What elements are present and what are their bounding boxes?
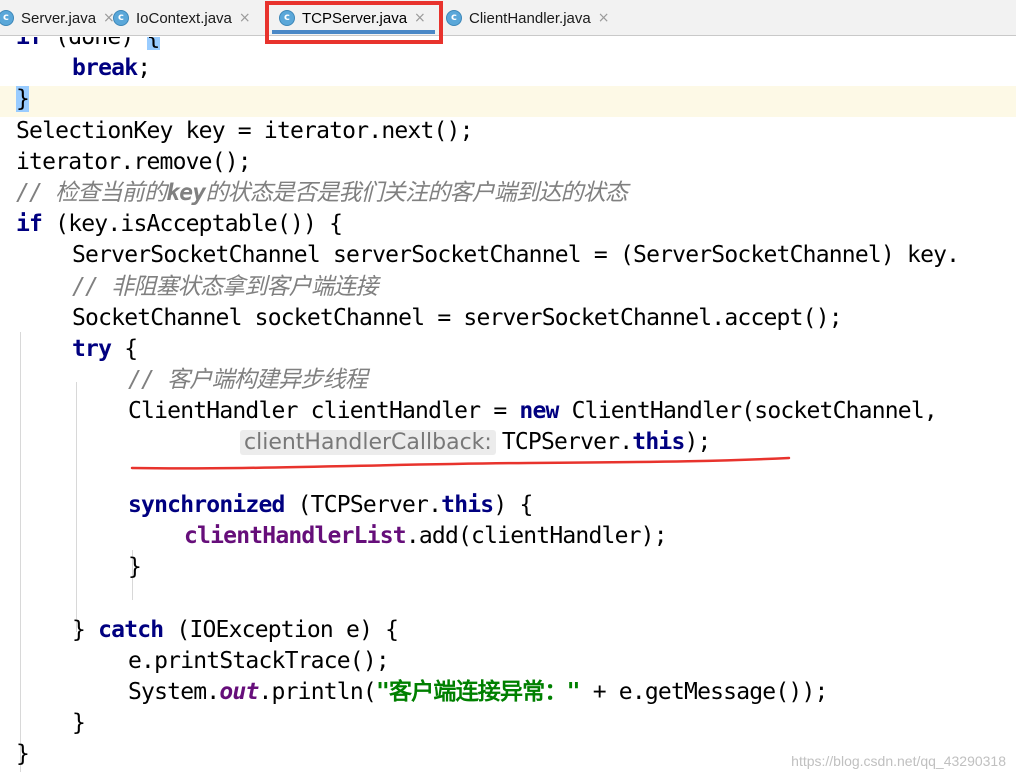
code-token: System. [128, 678, 220, 705]
code-line[interactable]: clientHandlerList.add(clientHandler); [0, 521, 1016, 552]
code-lines: if (done) {break;} SelectionKey key = ite… [0, 37, 1016, 771]
code-token: e.printStackTrace(); [128, 647, 390, 674]
code-token: (TCPServer. [284, 491, 442, 518]
keyword: this [441, 491, 494, 518]
tab-label: IoContext.java [136, 9, 232, 27]
code-token: (IOException e) { [163, 616, 399, 643]
matched-brace: { [146, 37, 160, 50]
code-token: ; [137, 55, 151, 82]
tab-label: ClientHandler.java [469, 9, 591, 27]
code-line[interactable]: } [0, 552, 1016, 583]
code-token: ClientHandler(socketChannel, [558, 398, 938, 425]
code-line[interactable]: SocketChannel socketChannel = serverSock… [0, 303, 1016, 334]
java-class-icon: c [446, 10, 462, 26]
keyword: new [519, 398, 559, 425]
tab-server-java[interactable]: c Server.java × [0, 0, 115, 35]
keyword: if [16, 211, 43, 238]
code-token: ServerSocketChannel serverSocketChannel … [72, 242, 960, 269]
active-tab-indicator [272, 30, 435, 34]
code-line[interactable]: } [0, 84, 1016, 115]
java-class-icon: c [0, 10, 14, 26]
code-line[interactable]: // 客户端构建异步线程 [0, 365, 1016, 396]
red-annotation-underline [130, 456, 791, 470]
tab-clienthandler-java[interactable]: c ClientHandler.java × [446, 0, 610, 35]
code-line[interactable]: } catch (IOException e) { [0, 615, 1016, 646]
code-line[interactable]: ClientHandler clientHandler = new Client… [0, 396, 1016, 427]
code-line[interactable]: // 非阻塞状态拿到客户端连接 [0, 272, 1016, 303]
code-line[interactable]: if (done) { [0, 37, 1016, 53]
static-field: out [219, 678, 259, 705]
code-line[interactable]: System.out.println("客户端连接异常：" + e.getMes… [0, 677, 1016, 708]
code-token: (done) [42, 37, 147, 50]
code-editor[interactable]: if (done) {break;} SelectionKey key = ite… [0, 37, 1016, 779]
watermark: https://blog.csdn.net/qq_43290318 [791, 753, 1006, 769]
java-class-icon: c [279, 10, 295, 26]
keyword: catch [98, 616, 164, 643]
code-line[interactable]: ServerSocketChannel serverSocketChannel … [0, 240, 1016, 271]
java-class-icon: c [113, 10, 129, 26]
code-line[interactable]: if (key.isAcceptable()) { [0, 209, 1016, 240]
matched-brace: } [16, 86, 30, 113]
code-token: } [128, 554, 142, 581]
keyword: break [72, 55, 138, 82]
code-token: ) { [493, 491, 533, 518]
code-token: + e.getMessage()); [579, 678, 829, 705]
string-literal: "客户端连接异常：" [375, 678, 581, 705]
code-token: SocketChannel socketChannel = serverSock… [72, 304, 843, 331]
code-token: .println( [258, 678, 377, 705]
code-line[interactable]: iterator.remove(); [0, 147, 1016, 178]
code-token: (key.isAcceptable()) { [42, 211, 343, 238]
code-token: ClientHandler clientHandler = [128, 398, 520, 425]
code-token: .add(clientHandler); [405, 523, 668, 549]
comment: // 客户端构建异步线程 [128, 367, 368, 394]
code-line[interactable]: SelectionKey key = iterator.next(); [0, 116, 1016, 147]
comment: key [166, 179, 206, 206]
close-icon[interactable]: × [414, 10, 426, 26]
tab-label: TCPServer.java [302, 9, 408, 27]
code-token: { [111, 335, 138, 362]
code-line[interactable] [0, 583, 1016, 614]
code-token: } [72, 616, 99, 643]
tab-label: Server.java [21, 9, 97, 27]
keyword: synchronized [128, 491, 285, 518]
keyword: if [16, 37, 43, 50]
code-token: SelectionKey key = iterator.next(); [16, 117, 473, 144]
close-icon[interactable]: × [598, 10, 610, 26]
code-token: } [72, 710, 86, 737]
tab-iocontext-java[interactable]: c IoContext.java × [113, 0, 251, 35]
code-token: iterator.remove(); [16, 148, 252, 175]
comment: // 检查当前的 [16, 179, 167, 206]
code-line[interactable]: break; [0, 53, 1016, 84]
comment: 的状态是否是我们关注的客户端到达的状态 [205, 179, 628, 206]
code-line[interactable]: try { [0, 334, 1016, 365]
code-token: } [16, 741, 30, 768]
editor-tab-bar: c Server.java × c IoContext.java × c TCP… [0, 0, 1016, 36]
close-icon[interactable]: × [239, 10, 251, 26]
field-name: clientHandlerList [184, 523, 407, 549]
code-line[interactable]: } [0, 708, 1016, 739]
keyword: try [72, 335, 112, 362]
comment: // 非阻塞状态拿到客户端连接 [72, 273, 378, 300]
code-line[interactable]: // 检查当前的key的状态是否是我们关注的客户端到达的状态 [0, 178, 1016, 209]
code-line[interactable]: synchronized (TCPServer.this) { [0, 490, 1016, 521]
code-line[interactable]: e.printStackTrace(); [0, 646, 1016, 677]
